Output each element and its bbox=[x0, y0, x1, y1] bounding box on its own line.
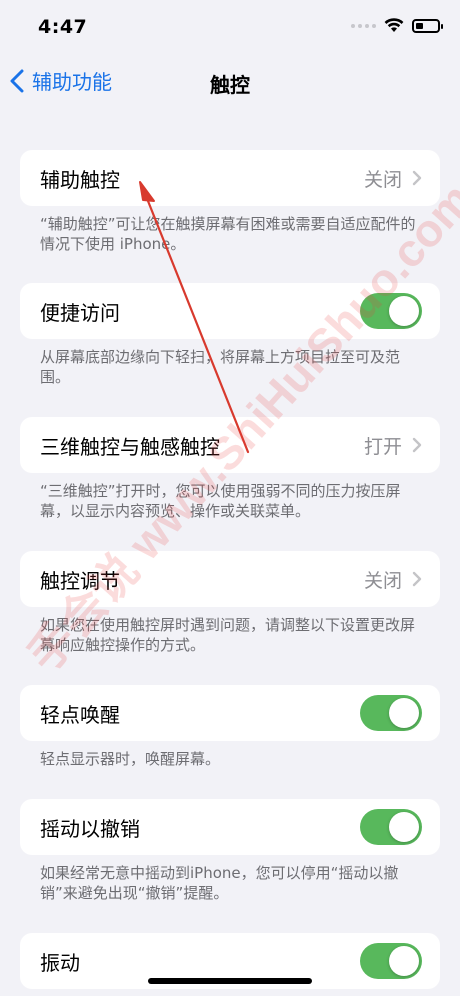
cell-footer: 如果经常无意中摇动到iPhone，您可以停用“摇动以撤销”来避免出现“撤销”提醒… bbox=[40, 864, 399, 902]
assistive-touch-cell[interactable]: 辅助触控 关闭 bbox=[20, 150, 440, 206]
cell-footer: 轻点显示器时，唤醒屏幕。 bbox=[40, 750, 221, 768]
cell-label: 轻点唤醒 bbox=[40, 702, 120, 727]
3d-haptic-touch-cell[interactable]: 三维触控与触感触控 打开 bbox=[20, 417, 440, 473]
cellular-signal-icon bbox=[351, 23, 376, 28]
reachability-toggle[interactable] bbox=[360, 293, 422, 329]
reachability-cell: 便捷访问 bbox=[20, 283, 440, 339]
tap-to-wake-cell: 轻点唤醒 bbox=[20, 685, 440, 741]
shake-to-undo-cell: 摇动以撤销 bbox=[20, 799, 440, 855]
cell-value: 关闭 bbox=[363, 569, 402, 592]
cell-label: 触控调节 bbox=[40, 568, 120, 593]
settings-list: 辅助触控 关闭 “辅助触控”可让您在触摸屏幕有困难或需要自适应配件的情况下使用 … bbox=[0, 150, 460, 989]
status-icons bbox=[351, 18, 443, 33]
status-time: 4:47 bbox=[38, 16, 88, 38]
cell-label: 摇动以撤销 bbox=[40, 816, 140, 841]
page-title: 触控 bbox=[210, 73, 250, 97]
cell-footer: 如果您在使用触控屏时遇到问题，请调整以下设置更改屏幕响应触控操作的方式。 bbox=[40, 616, 416, 654]
vibration-toggle[interactable] bbox=[360, 943, 422, 979]
shake-to-undo-toggle[interactable] bbox=[360, 809, 422, 845]
toggle-knob bbox=[389, 296, 419, 326]
chevron-right-icon bbox=[412, 437, 422, 453]
toggle-knob bbox=[389, 812, 419, 842]
battery-icon bbox=[412, 18, 443, 33]
cell-label: 辅助触控 bbox=[40, 167, 120, 192]
home-indicator[interactable] bbox=[148, 978, 312, 984]
status-bar: 4:47 bbox=[0, 0, 460, 56]
cell-footer: “三维触控”打开时，您可以使用强弱不同的压力按压屏幕，以显示内容预览、操作或关联… bbox=[40, 482, 401, 520]
cell-label: 三维触控与触感触控 bbox=[40, 434, 220, 459]
tap-to-wake-toggle[interactable] bbox=[360, 695, 422, 731]
touch-accommodations-cell[interactable]: 触控调节 关闭 bbox=[20, 551, 440, 607]
cell-value: 关闭 bbox=[363, 168, 402, 191]
cell-footer: 从屏幕底部边缘向下轻扫，将屏幕上方项目拉至可及范围。 bbox=[40, 348, 401, 386]
chevron-right-icon bbox=[412, 571, 422, 587]
cell-label: 振动 bbox=[40, 950, 80, 975]
toggle-knob bbox=[389, 698, 419, 728]
chevron-right-icon bbox=[412, 170, 422, 186]
cell-value: 打开 bbox=[363, 435, 402, 458]
toggle-knob bbox=[389, 946, 419, 976]
cell-label: 便捷访问 bbox=[40, 300, 120, 325]
wifi-icon bbox=[384, 18, 404, 33]
cell-footer: “辅助触控”可让您在触摸屏幕有困难或需要自适应配件的情况下使用 iPhone。 bbox=[40, 215, 416, 253]
navigation-bar: 辅助功能 触控 bbox=[0, 56, 460, 106]
battery-level bbox=[416, 22, 423, 29]
